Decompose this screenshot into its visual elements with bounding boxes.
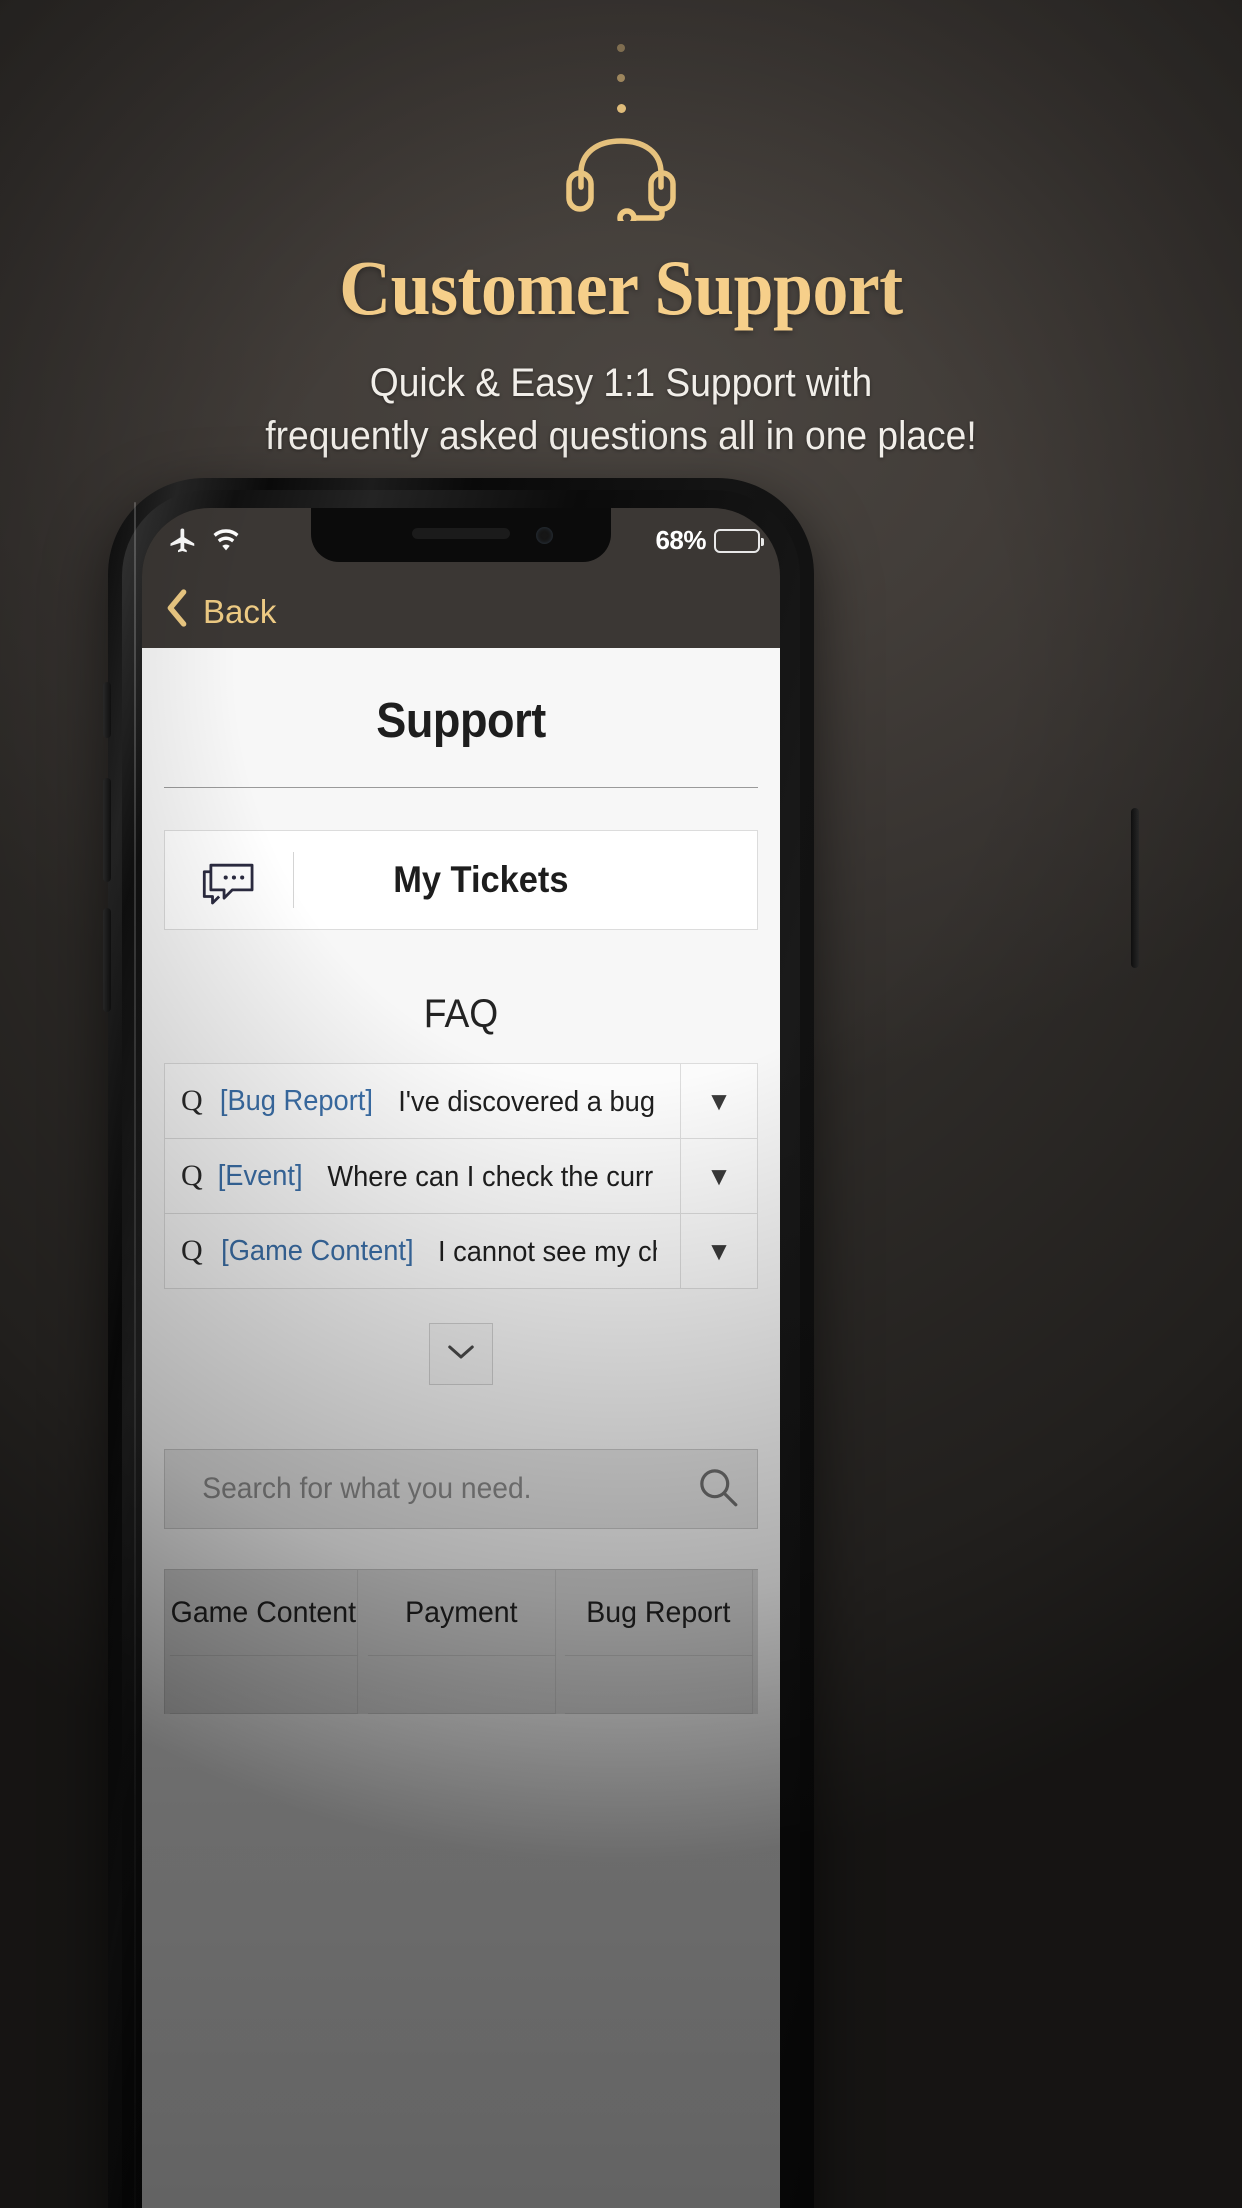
category-item-payment[interactable]: Payment [367, 1570, 556, 1656]
status-bar-right: 68% [655, 525, 764, 556]
triangle-down-icon[interactable]: ▼ [680, 1214, 757, 1288]
faq-heading: FAQ [423, 992, 499, 1036]
earpiece-speaker [412, 528, 510, 539]
volume-up-button[interactable] [103, 778, 111, 882]
faq-q-marker: Q [181, 1084, 203, 1117]
front-camera [536, 527, 553, 544]
device-notch [311, 508, 611, 562]
battery-icon [714, 528, 764, 553]
silent-switch-button[interactable] [103, 682, 111, 738]
faq-category-tag: [Bug Report] [219, 1084, 373, 1117]
dot-3 [616, 104, 626, 113]
dot-2 [617, 74, 625, 82]
power-button[interactable] [1131, 808, 1139, 968]
category-item-game-content[interactable]: Game Content [169, 1570, 358, 1656]
back-button-label: Back [203, 593, 277, 630]
chat-bubbles-icon [165, 855, 293, 905]
battery-percent-label: 68% [655, 525, 706, 555]
faq-show-more-wrap [142, 1289, 780, 1385]
faq-question-text: I cannot see my charac⋯ [438, 1235, 657, 1268]
page-title: Customer Support [339, 244, 903, 331]
back-button[interactable]: Back [164, 588, 276, 636]
faq-category-tag: [Game Content] [220, 1234, 414, 1267]
app-content: Support My Tickets FAQ Q [Bug Report] I'… [142, 648, 780, 2208]
faq-question: Q [Bug Report] I've discovered a bug wit… [165, 1064, 680, 1138]
faq-question: Q [Game Content] I cannot see my charac⋯ [165, 1214, 680, 1288]
search-bar[interactable]: Search for what you need. [164, 1449, 758, 1529]
volume-down-button[interactable] [103, 908, 111, 1012]
nav-bar: Back [142, 576, 780, 648]
status-bar-left [168, 526, 241, 561]
faq-q-marker: Q [181, 1159, 203, 1192]
search-icon[interactable] [697, 1466, 739, 1513]
category-grid: Game Content Payment Bug Report [164, 1569, 758, 1714]
category-item-bug-report[interactable]: Bug Report [565, 1570, 754, 1656]
faq-question: Q [Event] Where can I check the current … [165, 1139, 680, 1213]
content-fade-overlay [142, 1678, 780, 2208]
category-item-row2-col1[interactable] [169, 1656, 358, 1714]
title-divider [164, 787, 758, 788]
faq-list: Q [Bug Report] I've discovered a bug wit… [164, 1063, 758, 1289]
decorative-dots [614, 0, 628, 113]
support-page-title: Support [376, 694, 546, 748]
triangle-down-icon[interactable]: ▼ [680, 1139, 757, 1213]
chevron-left-icon [164, 588, 190, 636]
category-item-row2-col2[interactable] [367, 1656, 556, 1714]
promo-screenshot: Customer Support Quick & Easy 1:1 Suppor… [0, 0, 1242, 2208]
tickets-divider [293, 852, 294, 908]
faq-question-text: Where can I check the current e⋯ [327, 1160, 654, 1193]
faq-q-marker: Q [181, 1234, 203, 1267]
my-tickets-button[interactable]: My Tickets [164, 830, 758, 930]
dot-1 [617, 44, 625, 52]
status-bar: 68% [142, 508, 780, 576]
hero-subtitle: Quick & Easy 1:1 Support with frequently… [43, 357, 1198, 463]
phone-edge-highlight [134, 502, 136, 2208]
faq-question-text: I've discovered a bug with⋯ [397, 1085, 656, 1118]
wifi-icon [211, 529, 241, 558]
phone-screen: 68% Back Support My Tickets FAQ Q [Bug R… [142, 508, 780, 2208]
triangle-down-icon[interactable]: ▼ [680, 1064, 757, 1138]
category-item-row2-col3[interactable] [565, 1656, 754, 1714]
airplane-mode-icon [168, 526, 198, 561]
phone-mockup: 68% Back Support My Tickets FAQ Q [Bug R… [103, 478, 1139, 2208]
hero-subtitle-line-1: Quick & Easy 1:1 Support with [369, 361, 873, 405]
chevron-down-icon [446, 1342, 476, 1367]
faq-show-more-button[interactable] [429, 1323, 493, 1385]
faq-row[interactable]: Q [Event] Where can I check the current … [165, 1139, 757, 1214]
search-input[interactable]: Search for what you need. [202, 1472, 681, 1506]
search-section: Search for what you need. [142, 1385, 780, 1529]
faq-row[interactable]: Q [Game Content] I cannot see my charac⋯… [165, 1214, 757, 1289]
faq-row[interactable]: Q [Bug Report] I've discovered a bug wit… [165, 1064, 757, 1139]
faq-category-tag: [Event] [217, 1159, 303, 1192]
hero-section: Customer Support Quick & Easy 1:1 Suppor… [0, 0, 1242, 463]
hero-subtitle-line-2: frequently asked questions all in one pl… [265, 414, 977, 459]
my-tickets-label: My Tickets [393, 859, 569, 900]
headset-icon [561, 135, 681, 228]
